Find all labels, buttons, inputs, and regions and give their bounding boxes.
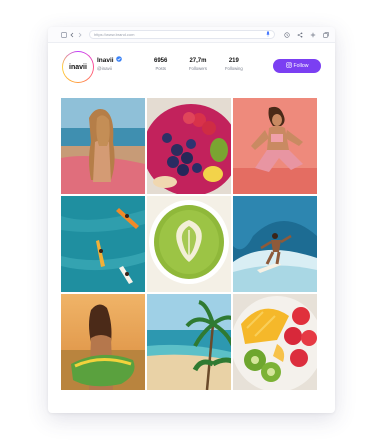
tab-icon[interactable] <box>61 30 67 39</box>
follow-button-label: Follow <box>293 63 309 69</box>
stat-following-label: Following <box>225 66 243 71</box>
new-tab-icon[interactable] <box>308 30 317 39</box>
post-woman-sitting-pink-wall[interactable] <box>233 98 317 194</box>
tabs-icon[interactable] <box>321 30 330 39</box>
stat-posts[interactable]: 6956 Posts <box>154 58 167 71</box>
post-grid <box>61 98 318 390</box>
post-woman-surfboard-beach[interactable] <box>61 98 145 194</box>
profile-handle: @inavii <box>97 66 112 71</box>
back-icon[interactable] <box>69 30 75 39</box>
avatar[interactable]: inavii <box>62 51 94 83</box>
post-matcha-latte[interactable] <box>147 196 231 292</box>
address-bar[interactable]: https://www.brand.com <box>89 30 275 39</box>
post-tropical-beach-palms[interactable] <box>147 294 231 390</box>
avatar-logo-text: inavii <box>63 52 93 82</box>
stat-posts-value: 6956 <box>154 58 168 64</box>
post-surfer-riding-wave[interactable] <box>233 196 317 292</box>
post-fruit-bowl[interactable] <box>233 294 317 390</box>
stat-following[interactable]: 219 Following <box>225 58 243 71</box>
stat-following-value: 219 <box>228 58 239 64</box>
history-icon[interactable] <box>282 30 291 39</box>
stat-posts-label: Posts <box>155 66 166 71</box>
post-acai-bowl[interactable] <box>147 98 231 194</box>
stat-followers-value: 27,7m <box>189 58 207 64</box>
stat-followers[interactable]: 27,7m Followers <box>189 58 207 71</box>
url-text: https://www.brand.com <box>94 32 135 37</box>
share-icon[interactable] <box>295 30 304 39</box>
instagram-icon <box>285 62 292 70</box>
follow-button[interactable]: Follow <box>273 59 321 73</box>
browser-window: https://www.brand.com inavii Inavii @ina… <box>48 27 335 413</box>
post-aerial-surfers-ocean[interactable] <box>61 196 145 292</box>
browser-toolbar: https://www.brand.com <box>48 27 335 43</box>
profile-name: Inavii <box>97 56 114 64</box>
verified-badge-icon <box>115 56 122 64</box>
mic-icon[interactable] <box>266 31 270 38</box>
profile-header: inavii Inavii @inavii 6956 Posts 27,7m F… <box>62 51 321 91</box>
post-woman-surfboard-sunset[interactable] <box>61 294 145 390</box>
stat-followers-label: Followers <box>189 66 207 71</box>
forward-icon[interactable] <box>77 30 83 39</box>
